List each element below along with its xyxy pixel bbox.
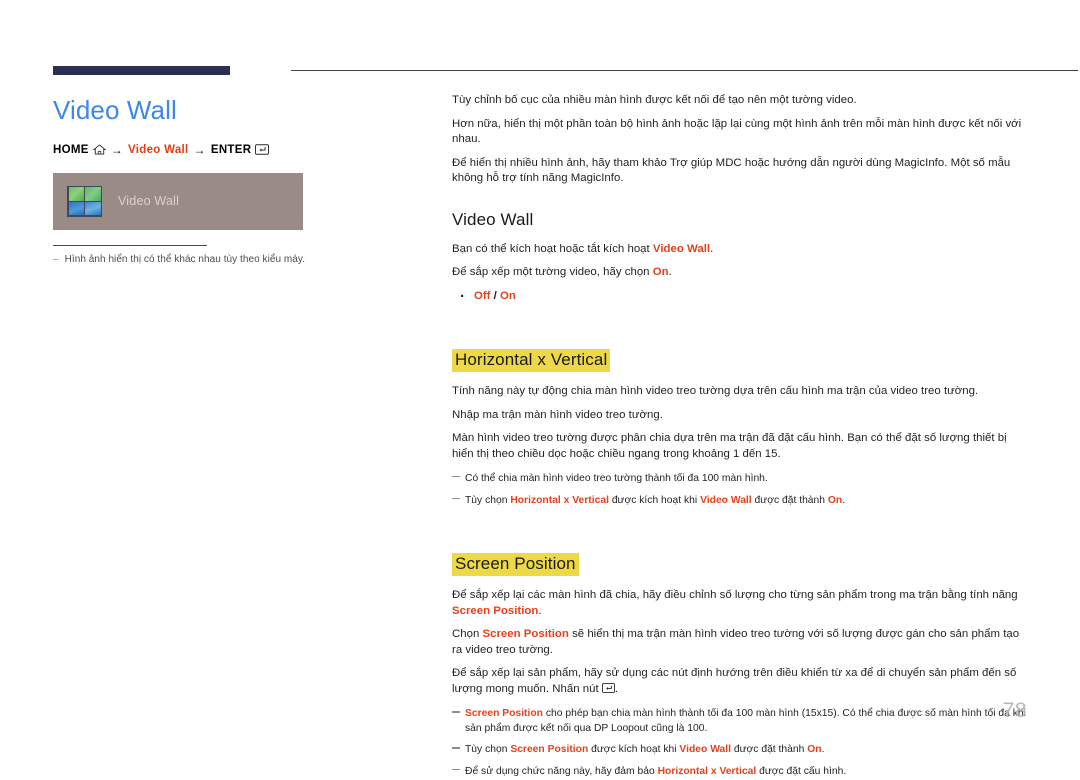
sp-note2-accent-3: On — [807, 744, 822, 756]
intro-paragraph-2: Hơn nữa, hiển thị một phần toàn bộ hình … — [452, 117, 1022, 146]
preview-panel-label: Video Wall — [118, 194, 180, 209]
sp-notes: Screen Position cho phép bạn chia màn hì… — [452, 707, 1030, 779]
video-wall-paragraph-2: Để sắp xếp một tường video, hãy chọn On. — [452, 265, 1030, 281]
hxv-note-2: Tùy chọn Horizontal x Vertical được kích… — [452, 494, 1030, 509]
video-wall-paragraph-1: Bạn có thể kích hoạt hoặc tắt kích hoạt … — [452, 242, 1030, 258]
sp-p1-after: . — [538, 604, 542, 617]
header-rule-thick — [53, 66, 230, 75]
sp-paragraph-2: Chọn Screen Position sẽ hiển thị ma trận… — [452, 627, 1030, 658]
enter-key-icon — [255, 144, 270, 156]
sp-p1-before: Để sắp xếp lại các màn hình đã chia, hãy… — [452, 589, 1018, 602]
section-video-wall: Video Wall Bạn có thể kích hoạt hoặc tắt… — [452, 209, 1030, 307]
sp-note3-accent: Horizontal x Vertical — [657, 766, 757, 778]
hxv-note2-d: . — [842, 494, 846, 506]
hxv-note-1: Có thể chia màn hình video treo tường th… — [452, 472, 1030, 487]
sp-note1-text: cho phép bạn chia màn hình thành tối đa … — [465, 708, 1026, 734]
video-wall-options: Off / On — [452, 287, 1030, 307]
hxv-paragraph-3: Màn hình video treo tường được phân chia… — [452, 432, 1007, 460]
breadcrumb-arrow-1: → — [110, 142, 124, 157]
image-caption: – Hình ảnh hiển thị có thể khác nhau tùy… — [53, 254, 413, 265]
sp-note-2: Tùy chọn Screen Position được kích hoạt … — [452, 743, 1030, 758]
left-column: Video Wall HOME → Video Wall → ENTER Vid… — [53, 95, 413, 265]
sp-p3-before: Để sắp xếp lại sản phẩm, hãy sử dụng các… — [452, 667, 1017, 695]
hxv-note2-a: Tùy chọn — [465, 494, 511, 506]
vw-p1-after: . — [710, 242, 714, 255]
page-number: 78 — [1002, 699, 1027, 722]
hxv-paragraph-2: Nhập ma trận màn hình video treo tường. — [452, 408, 663, 421]
enter-key-icon-inline — [601, 682, 615, 693]
hxv-note2-b: được kích hoạt khi — [608, 494, 701, 506]
sp-note2-b: được kích hoạt khi — [588, 744, 680, 756]
caption-dash-icon: – — [53, 253, 59, 265]
vw-p2-accent: On — [652, 266, 669, 278]
vw-p1-before: Bạn có thể kích hoạt hoặc tắt kích hoạt — [452, 242, 653, 255]
hxv-note2-accent-3: On — [827, 494, 843, 506]
sp-note1-accent: Screen Position — [465, 708, 543, 720]
sp-paragraph-1: Để sắp xếp lại các màn hình đã chia, hãy… — [452, 588, 1030, 619]
breadcrumb-enter-label: ENTER — [210, 143, 252, 156]
header-rules — [53, 66, 1078, 78]
caption-divider — [53, 244, 207, 246]
hxv-note2-accent-1: Horizontal x Vertical — [510, 494, 609, 506]
intro-paragraph-3: Để hiển thị nhiều hình ảnh, hãy tham khả… — [452, 156, 1011, 185]
sp-note2-c: được đặt thành — [731, 744, 808, 756]
sp-p2-before: Chọn — [452, 628, 483, 641]
home-icon — [92, 144, 106, 155]
right-column: Tùy chỉnh bố cục của nhiều màn hình được… — [452, 93, 1030, 780]
sp-note3-a: Để sử dụng chức năng này, hãy đảm bảo — [465, 766, 658, 778]
sp-note2-a: Tùy chọn — [465, 744, 511, 756]
breadcrumb-home-label: HOME — [53, 143, 89, 156]
page-title: Video Wall — [53, 95, 177, 125]
vw-p1-accent: Video Wall — [652, 242, 711, 255]
vw-p2-after: . — [668, 266, 672, 278]
vw-p2-before: Để sắp xếp một tường video, hãy chọn — [452, 266, 653, 278]
hxv-notes: Có thể chia màn hình video treo tường th… — [452, 472, 1030, 508]
video-wall-grid-icon — [67, 185, 102, 217]
breadcrumb-arrow-2: → — [193, 142, 206, 157]
sp-p2-accent: Screen Position — [482, 628, 569, 641]
hxv-note2-c: được đặt thành — [751, 494, 828, 506]
sp-note2-accent-1: Screen Position — [510, 744, 589, 756]
sp-note-3: Để sử dụng chức năng này, hãy đảm bảo Ho… — [452, 765, 1030, 780]
header-rule-thin — [291, 70, 1078, 71]
option-on[interactable]: On — [500, 290, 516, 302]
sp-note2-d: . — [821, 744, 825, 756]
sp-note-1: Screen Position cho phép bạn chia màn hì… — [452, 707, 1030, 736]
manual-page: Video Wall HOME → Video Wall → ENTER Vid… — [0, 0, 1080, 777]
section-heading-screen-position: Screen Position — [452, 553, 579, 577]
caption-text: Hình ảnh hiển thị có thể khác nhau tùy t… — [64, 253, 306, 265]
hxv-note2-accent-2: Video Wall — [700, 494, 752, 506]
section-heading-horizontal-x-vertical: Horizontal x Vertical — [452, 349, 611, 372]
section-screen-position: Screen Position Để sắp xếp lại các màn h… — [452, 531, 1030, 779]
breadcrumb: HOME → Video Wall → ENTER — [53, 143, 413, 157]
video-wall-preview-panel: Video Wall — [53, 172, 303, 230]
sp-note3-b: được đặt cấu hình. — [756, 766, 847, 778]
hxv-paragraph-1: Tính năng này tự động chia màn hình vide… — [452, 385, 979, 397]
sp-note2-accent-2: Video Wall — [679, 744, 732, 756]
section-horizontal-x-vertical: Horizontal x Vertical Tính năng này tự đ… — [452, 327, 1030, 508]
sp-p3-after: . — [614, 682, 619, 695]
breadcrumb-item-video-wall[interactable]: Video Wall — [128, 144, 189, 156]
option-separator: / — [490, 289, 500, 302]
sp-paragraph-3: Để sắp xếp lại sản phẩm, hãy sử dụng các… — [452, 666, 1030, 697]
section-heading-video-wall: Video Wall — [452, 209, 534, 229]
sp-p1-accent: Screen Position — [452, 604, 539, 617]
option-off[interactable]: Off — [474, 290, 490, 302]
intro-paragraph-1: Tùy chỉnh bố cục của nhiều màn hình được… — [452, 94, 857, 106]
